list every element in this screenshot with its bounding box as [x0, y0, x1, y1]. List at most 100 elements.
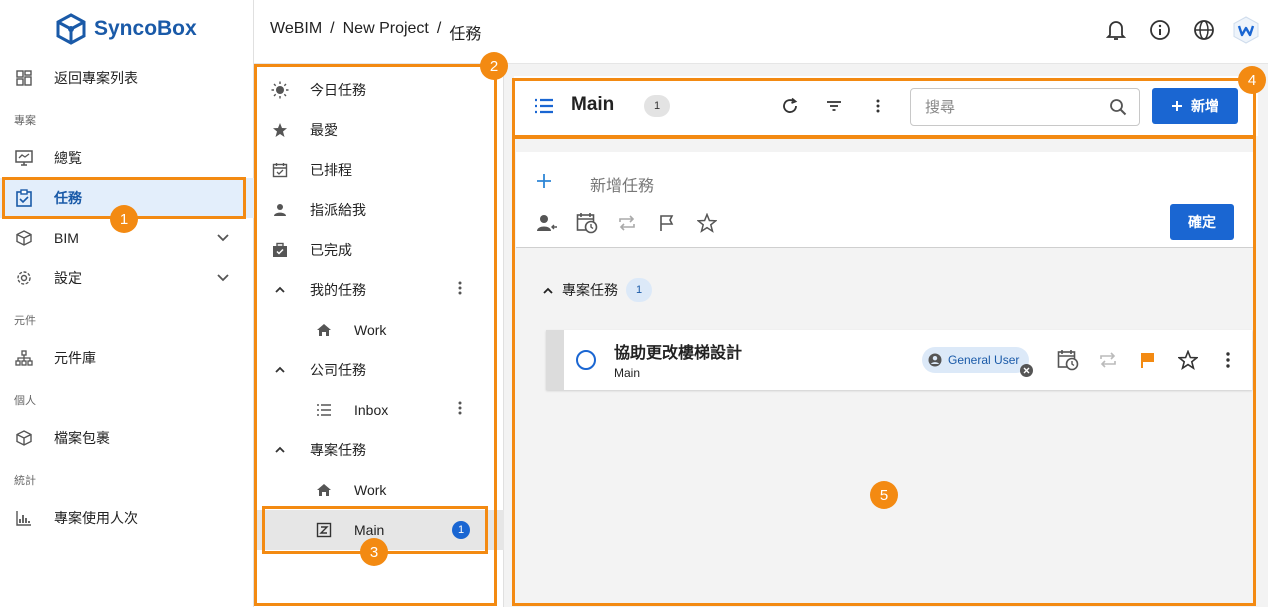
list-item-today[interactable]: 今日任務	[254, 70, 504, 110]
sidebar-item-component-library[interactable]: 元件庫	[0, 338, 254, 378]
star-outline-icon[interactable]	[1176, 348, 1200, 372]
list-item-my-work[interactable]: Work	[254, 310, 504, 350]
breadcrumb-item[interactable]: WeBIM	[270, 20, 322, 44]
sidebar-item-overview[interactable]: 總覧	[0, 138, 254, 178]
info-icon[interactable]	[1148, 18, 1172, 42]
list-item-label: Work	[354, 482, 387, 498]
star-outline-icon[interactable]	[696, 212, 718, 234]
sidebar-section-personal: 個人	[14, 395, 36, 407]
sidebar-item-package[interactable]: 檔案包裹	[0, 418, 254, 458]
list-item-favorite[interactable]: 最愛	[254, 110, 504, 150]
home-icon	[314, 480, 334, 500]
list-item-project-work[interactable]: Work	[254, 470, 504, 510]
calendar-clock-icon[interactable]	[1056, 348, 1080, 372]
task-title[interactable]: 協助更改樓梯設計	[614, 339, 742, 363]
chevron-down-icon[interactable]	[216, 270, 230, 286]
chevron-up-icon[interactable]	[542, 282, 554, 298]
annotation-badge-1: 1	[110, 205, 138, 233]
sidebar-item-usage[interactable]: 專案使用人次	[0, 498, 254, 538]
task-lists-panel: 今日任務 最愛 已排程 指派給我 已完成 我的任務 Work 公司任務 Inbo…	[254, 64, 504, 607]
calendar-clock-icon[interactable]	[576, 212, 598, 234]
clipboard-check-icon	[14, 188, 34, 208]
remove-assignee-icon[interactable]	[1020, 364, 1034, 377]
list-item-label: 已完成	[310, 242, 352, 258]
calendar-check-icon	[270, 160, 290, 180]
more-vert-icon[interactable]	[458, 281, 462, 299]
complete-checkbox[interactable]	[576, 350, 596, 370]
brand-logo[interactable]: SyncoBox	[54, 12, 197, 46]
sidebar-item-label: 任務	[54, 190, 82, 206]
task-count-badge: 1	[644, 95, 670, 117]
assign-person-icon[interactable]	[536, 212, 558, 234]
repeat-icon[interactable]	[616, 212, 638, 234]
task-toolbar: Main 1 新增	[514, 76, 1258, 136]
sidebar-item-label: 專案使用人次	[54, 510, 138, 526]
hierarchy-icon	[14, 348, 34, 368]
home-icon	[314, 320, 334, 340]
add-task-button[interactable]: 新增	[1152, 88, 1238, 124]
task-list-name: Main	[614, 366, 641, 380]
brand-name: SyncoBox	[94, 17, 197, 40]
annotation-badge-4: 4	[1238, 66, 1266, 94]
sidebar: SyncoBox 返回專案列表 專案 總覧 任務 BIM 設定 元件 元件庫 個…	[0, 0, 254, 607]
topbar: WeBIM / New Project / 任務	[254, 0, 1268, 64]
sidebar-section-project: 專案	[14, 115, 36, 127]
confirm-button[interactable]: 確定	[1170, 204, 1234, 240]
flag-filled-icon[interactable]	[1136, 348, 1160, 372]
cube-icon	[14, 228, 34, 248]
task-main-area: Main 1 新增 新增任務	[504, 64, 1268, 607]
avatar[interactable]	[1232, 16, 1260, 44]
sidebar-item-settings[interactable]: 設定	[0, 258, 254, 298]
more-vert-icon[interactable]	[458, 401, 462, 419]
list-item-inbox[interactable]: Inbox	[254, 390, 504, 430]
annotation-badge-5: 5	[870, 481, 898, 509]
new-task-input[interactable]: 新增任務	[590, 172, 654, 196]
briefcase-check-icon	[270, 240, 290, 260]
list-title: Main	[571, 94, 615, 115]
plus-icon[interactable]	[536, 168, 552, 196]
group-my-tasks[interactable]: 我的任務	[254, 270, 504, 310]
sidebar-item-label: 設定	[54, 270, 82, 286]
group-label: 專案任務	[310, 442, 366, 458]
refresh-icon[interactable]	[778, 94, 802, 118]
breadcrumb-item[interactable]: New Project	[343, 20, 429, 44]
assignee-name: General User	[948, 353, 1020, 367]
list-item-completed[interactable]: 已完成	[254, 230, 504, 270]
chevron-up-icon[interactable]	[270, 360, 290, 380]
list-item-label: Inbox	[354, 402, 389, 418]
more-vert-icon[interactable]	[1216, 348, 1240, 372]
search-input[interactable]	[925, 97, 1095, 117]
globe-icon[interactable]	[1192, 18, 1216, 42]
task-group-header[interactable]: 專案任務 1	[542, 278, 652, 302]
bell-icon[interactable]	[1104, 18, 1128, 42]
assignee-chip[interactable]: General User	[922, 347, 1034, 377]
list-item-label: 已排程	[310, 162, 352, 178]
search-icon[interactable]	[1109, 98, 1127, 119]
count-badge: 1	[452, 521, 470, 539]
repeat-icon[interactable]	[1096, 348, 1120, 372]
account-circle-icon	[928, 353, 942, 367]
group-project-tasks[interactable]: 專案任務	[254, 430, 504, 470]
annotation-badge-3: 3	[360, 538, 388, 566]
sidebar-item-label: 元件庫	[54, 350, 96, 366]
sidebar-item-back[interactable]: 返回專案列表	[0, 58, 254, 98]
chevron-down-icon[interactable]	[216, 230, 230, 246]
more-vert-icon[interactable]	[866, 94, 890, 118]
package-icon	[14, 428, 34, 448]
list-item-scheduled[interactable]: 已排程	[254, 150, 504, 190]
group-label: 公司任務	[310, 362, 366, 378]
filter-icon[interactable]	[822, 94, 846, 118]
chevron-up-icon[interactable]	[270, 280, 290, 300]
breadcrumb: WeBIM / New Project / 任務	[270, 20, 481, 44]
plus-icon	[1172, 101, 1182, 111]
task-row[interactable]: 協助更改樓梯設計 Main General User	[546, 330, 1252, 390]
group-label: 我的任務	[310, 282, 366, 298]
dashboard-icon	[14, 68, 34, 88]
group-company-tasks[interactable]: 公司任務	[254, 350, 504, 390]
chevron-up-icon[interactable]	[270, 440, 290, 460]
person-icon	[270, 200, 290, 220]
flag-icon[interactable]	[656, 212, 678, 234]
sidebar-item-label: BIM	[54, 230, 79, 246]
list-item-label: Main	[354, 522, 385, 538]
list-item-assigned[interactable]: 指派給我	[254, 190, 504, 230]
